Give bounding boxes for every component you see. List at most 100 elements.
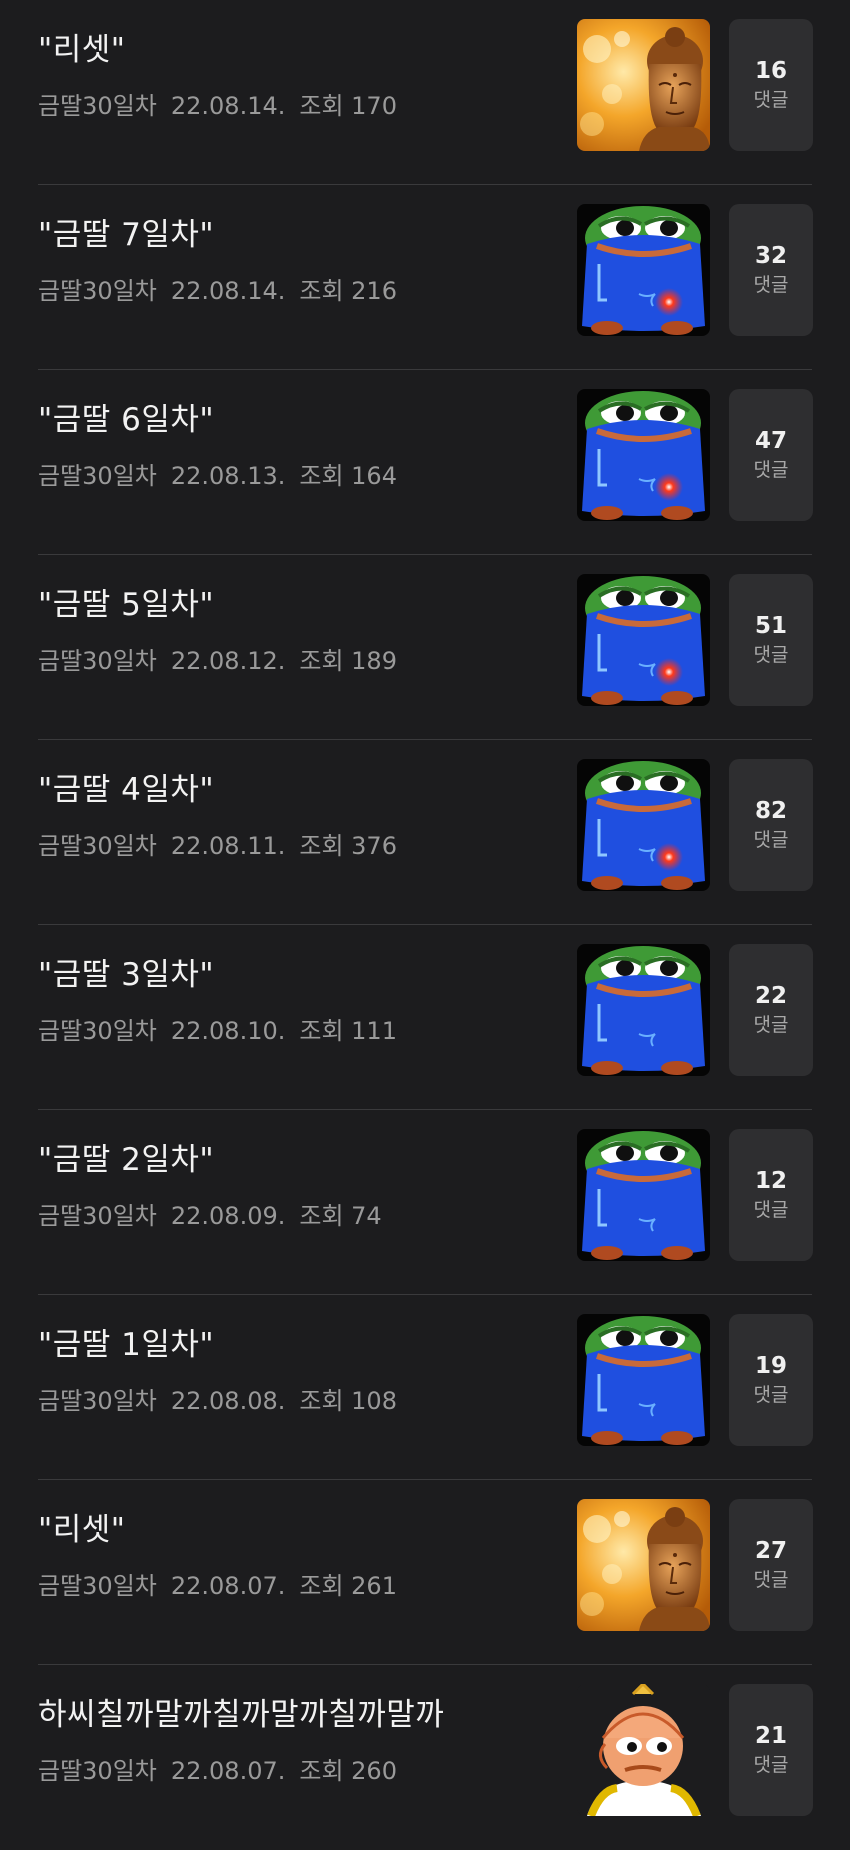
comment-count-button[interactable]: 16 댓글 <box>729 19 813 151</box>
comment-label: 댓글 <box>753 1199 789 1221</box>
post-title[interactable]: "금딸 5일차" <box>38 579 214 624</box>
post-author: 금딸30일차 <box>38 1387 157 1415</box>
post-thumbnail[interactable] <box>577 759 710 891</box>
pepe-blanket-image <box>577 1129 710 1261</box>
comment-count-button[interactable]: 27 댓글 <box>729 1499 813 1631</box>
post-thumbnail[interactable] <box>577 1684 710 1816</box>
post-thumbnail[interactable] <box>577 1499 710 1631</box>
post-thumbnail[interactable] <box>577 944 710 1076</box>
post-title[interactable]: 하씨칠까말까칠까말까칠까말까 <box>38 1689 444 1734</box>
post-title[interactable]: "금딸 7일차" <box>38 209 214 254</box>
post-date: 22.08.09. <box>170 1202 286 1230</box>
post-row[interactable]: "금딸 7일차" 금딸30일차 22.08.14. 조회 216 32 댓글 <box>38 185 813 370</box>
post-title[interactable]: "금딸 2일차" <box>38 1134 214 1179</box>
comment-label: 댓글 <box>753 644 789 666</box>
post-thumbnail[interactable] <box>577 1129 710 1261</box>
post-date: 22.08.14. <box>170 277 286 305</box>
post-row[interactable]: "리셋" 금딸30일차 22.08.07. 조회 261 27 댓글 <box>38 1480 813 1665</box>
post-date: 22.08.11. <box>170 832 286 860</box>
post-views: 조회 216 <box>299 277 397 305</box>
pepe-blanket-red-image <box>577 574 710 706</box>
post-row[interactable]: "금딸 2일차" 금딸30일차 22.08.09. 조회 74 12 댓글 <box>38 1110 813 1295</box>
comment-count: 16 <box>754 58 787 84</box>
post-views: 조회 189 <box>299 647 397 675</box>
post-thumbnail[interactable] <box>577 19 710 151</box>
post-list: "리셋" 금딸30일차 22.08.14. 조회 170 16 댓글 "금딸 7일차" 금딸3… <box>0 0 850 1850</box>
post-thumbnail[interactable] <box>577 204 710 336</box>
post-meta: 금딸30일차 22.08.13. 조회 164 <box>38 456 411 491</box>
post-author: 금딸30일차 <box>38 1017 157 1045</box>
comment-label: 댓글 <box>753 274 789 296</box>
post-meta: 금딸30일차 22.08.12. 조회 189 <box>38 641 411 676</box>
post-thumbnail[interactable] <box>577 574 710 706</box>
post-views: 조회 170 <box>299 92 397 120</box>
comment-count-button[interactable]: 47 댓글 <box>729 389 813 521</box>
post-views: 조회 164 <box>299 462 397 490</box>
post-date: 22.08.12. <box>170 647 286 675</box>
comment-count-button[interactable]: 82 댓글 <box>729 759 813 891</box>
comment-count-button[interactable]: 32 댓글 <box>729 204 813 336</box>
comment-count: 22 <box>754 983 787 1009</box>
comment-label: 댓글 <box>753 89 789 111</box>
post-row[interactable]: "금딸 6일차" 금딸30일차 22.08.13. 조회 164 47 댓글 <box>38 370 813 555</box>
comment-count-button[interactable]: 19 댓글 <box>729 1314 813 1446</box>
post-author: 금딸30일차 <box>38 1757 157 1785</box>
post-views: 조회 74 <box>299 1202 382 1230</box>
post-date: 22.08.08. <box>170 1387 286 1415</box>
comment-count-button[interactable]: 51 댓글 <box>729 574 813 706</box>
post-views: 조회 376 <box>299 832 397 860</box>
comment-count-button[interactable]: 12 댓글 <box>729 1129 813 1261</box>
post-row[interactable]: 하씨칠까말까칠까말까칠까말까금딸30일차 22.08.07. 조회 260 21 댓글 <box>38 1665 813 1850</box>
post-meta: 금딸30일차 22.08.09. 조회 74 <box>38 1196 396 1231</box>
pepe-monk-image <box>577 1684 710 1816</box>
post-meta: 금딸30일차 22.08.11. 조회 376 <box>38 826 411 861</box>
post-meta: 금딸30일차 22.08.07. 조회 261 <box>38 1566 411 1601</box>
comment-count-button[interactable]: 22 댓글 <box>729 944 813 1076</box>
post-title[interactable]: "금딸 6일차" <box>38 394 214 439</box>
post-row[interactable]: "금딸 3일차" 금딸30일차 22.08.10. 조회 111 22 댓글 <box>38 925 813 1110</box>
pepe-blanket-red-image <box>577 389 710 521</box>
post-meta: 금딸30일차 22.08.07. 조회 260 <box>38 1751 411 1786</box>
post-row[interactable]: "금딸 1일차" 금딸30일차 22.08.08. 조회 108 19 댓글 <box>38 1295 813 1480</box>
post-thumbnail[interactable] <box>577 389 710 521</box>
comment-count-button[interactable]: 21 댓글 <box>729 1684 813 1816</box>
buddha-image <box>577 19 710 151</box>
comment-count: 32 <box>754 243 787 269</box>
comment-count: 27 <box>754 1538 787 1564</box>
post-date: 22.08.07. <box>170 1572 286 1600</box>
post-author: 금딸30일차 <box>38 832 157 860</box>
post-title[interactable]: "금딸 1일차" <box>38 1319 214 1364</box>
post-meta: 금딸30일차 22.08.08. 조회 108 <box>38 1381 411 1416</box>
post-author: 금딸30일차 <box>38 1572 157 1600</box>
pepe-blanket-image <box>577 944 710 1076</box>
comment-label: 댓글 <box>753 1014 789 1036</box>
post-row[interactable]: "금딸 4일차" 금딸30일차 22.08.11. 조회 376 82 댓글 <box>38 740 813 925</box>
post-title[interactable]: "금딸 3일차" <box>38 949 214 994</box>
post-date: 22.08.14. <box>170 92 286 120</box>
post-title[interactable]: "리셋" <box>38 1504 126 1549</box>
post-meta: 금딸30일차 22.08.14. 조회 170 <box>38 86 411 121</box>
comment-label: 댓글 <box>753 1384 789 1406</box>
post-author: 금딸30일차 <box>38 277 157 305</box>
comment-count: 21 <box>754 1723 787 1749</box>
post-date: 22.08.10. <box>170 1017 286 1045</box>
post-author: 금딸30일차 <box>38 462 157 490</box>
comment-label: 댓글 <box>753 459 789 481</box>
post-meta: 금딸30일차 22.08.14. 조회 216 <box>38 271 411 306</box>
comment-count: 82 <box>754 798 787 824</box>
post-views: 조회 108 <box>299 1387 397 1415</box>
post-title[interactable]: "리셋" <box>38 24 126 69</box>
post-title[interactable]: "금딸 4일차" <box>38 764 214 809</box>
comment-label: 댓글 <box>753 829 789 851</box>
pepe-blanket-red-image <box>577 204 710 336</box>
post-views: 조회 260 <box>299 1757 397 1785</box>
post-row[interactable]: "리셋" 금딸30일차 22.08.14. 조회 170 16 댓글 <box>38 0 813 185</box>
post-views: 조회 261 <box>299 1572 397 1600</box>
post-thumbnail[interactable] <box>577 1314 710 1446</box>
comment-count: 47 <box>754 428 787 454</box>
post-row[interactable]: "금딸 5일차" 금딸30일차 22.08.12. 조회 189 51 댓글 <box>38 555 813 740</box>
post-views: 조회 111 <box>299 1017 397 1045</box>
comment-count: 19 <box>754 1353 787 1379</box>
pepe-blanket-red-image <box>577 759 710 891</box>
post-meta: 금딸30일차 22.08.10. 조회 111 <box>38 1011 411 1046</box>
